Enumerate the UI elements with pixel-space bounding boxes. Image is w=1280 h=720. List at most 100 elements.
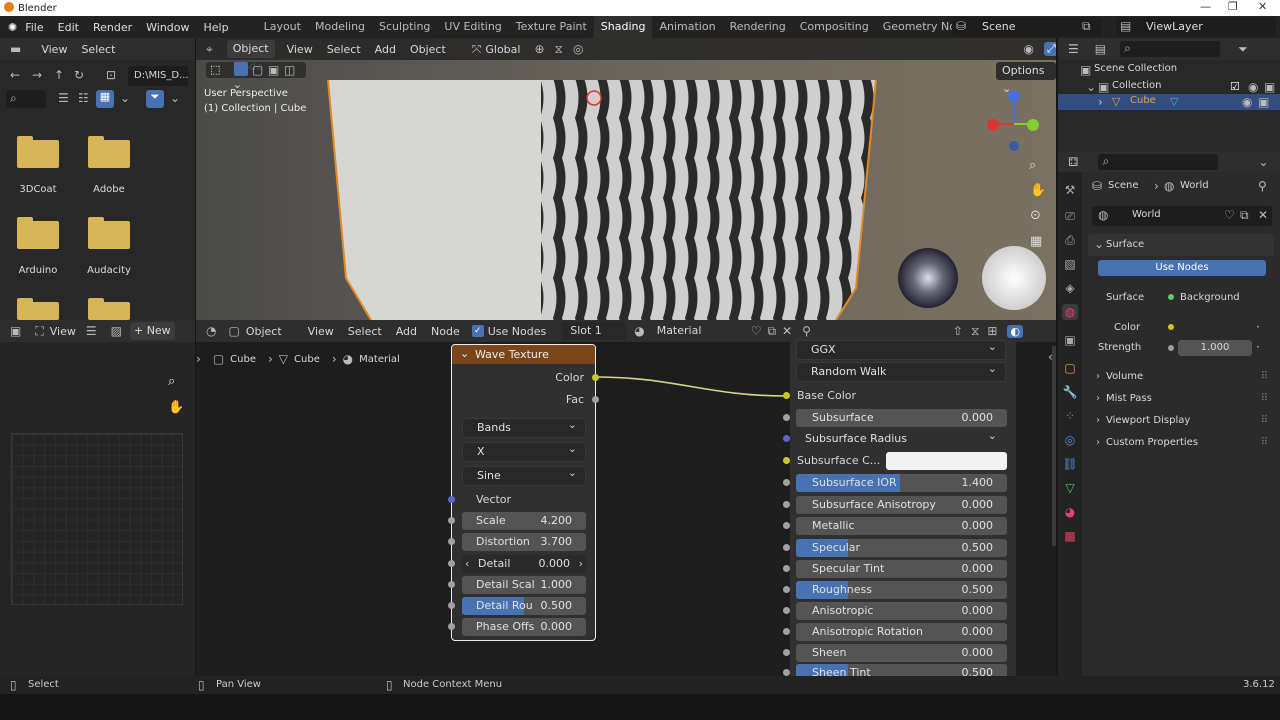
eye-icon[interactable]: ◉ [1248,80,1258,94]
shader-type-icon[interactable]: ▢ [228,324,239,338]
pin-icon[interactable]: ⚲ [1258,179,1267,193]
editor-type-icon[interactable]: ⚃ [1068,155,1078,169]
cube-left-face[interactable] [328,80,541,320]
folder-icon[interactable] [17,217,59,249]
add-menu[interactable]: Add [375,43,396,56]
render-camera-icon[interactable]: ▣ [1264,80,1275,94]
object-tab-icon[interactable]: ▢ [1062,360,1078,376]
sidebar-toggle-icon[interactable]: ‹ [1048,350,1053,364]
pan-hand-icon[interactable]: ✋ [168,400,184,415]
node-menu[interactable]: Node [431,325,460,338]
bsdf-input-socket[interactable] [783,628,790,635]
surface-shader-value[interactable]: Background [1180,292,1240,303]
bsdf-input-socket[interactable] [783,669,790,676]
world-datablock[interactable]: ◍ World ♡ ⧉ ✕ [1092,206,1272,226]
editor-type-icon[interactable]: ◔ [206,324,216,338]
render-camera-icon[interactable]: ▣ [1258,95,1269,109]
drag-handle-icon[interactable]: ⠿ [1261,388,1268,410]
duplicate-icon[interactable]: ⧉ [767,324,776,339]
eye-icon[interactable]: ◉ [1242,95,1252,109]
view-layer-selector[interactable]: ▤ ViewLayer [1116,17,1276,37]
shader-node-editor[interactable]: ◔ ▢ Object View Select Add Node ✓ Use No… [196,320,1056,682]
bsdf-field[interactable]: Anisotropic 0.000 [796,602,1007,620]
constraints-tab-icon[interactable]: ⛓ [1062,456,1078,472]
duplicate-icon[interactable]: ⧉ [1240,208,1249,223]
collection-item[interactable]: Collection [1112,80,1161,91]
scrollbar[interactable] [1052,346,1056,546]
uv-grid[interactable] [11,433,183,605]
wave-field[interactable]: Detail Rou 0.500 [462,597,586,615]
parent-dir-icon[interactable]: ↑ [54,68,64,82]
wave-texture-node[interactable]: ⌄ Wave Texture Color Fac Bands X Sine Ve… [448,344,599,641]
list-detail-icon[interactable]: ☷ [78,91,89,105]
scene-collection-item[interactable]: Scene Collection [1094,63,1177,74]
folder-icon[interactable] [88,136,130,168]
folder-label[interactable]: Audacity [74,265,144,276]
wave-input-socket[interactable] [448,602,455,609]
select-menu[interactable]: Select [348,325,382,338]
bsdf-input-socket[interactable] [783,479,790,486]
surface-panel-header[interactable]: ⌄ Surface [1088,234,1274,256]
menu-file[interactable]: File [25,21,43,34]
view-layer-tab-icon[interactable]: ▧ [1062,256,1078,272]
scene-tab-icon[interactable]: ◈ [1062,280,1078,296]
new-image-button[interactable]: + New [129,322,175,340]
pan-hand-icon[interactable]: ✋ [1030,183,1046,198]
menu-window[interactable]: Window [146,21,189,34]
filter-icon[interactable]: ⏷ [146,90,164,108]
new-folder-icon[interactable]: ⊡ [106,68,116,82]
pin-icon[interactable]: ⚲ [802,324,811,338]
drag-handle-icon[interactable]: ⠿ [1261,410,1268,432]
wave-input-socket[interactable] [448,623,455,630]
image-browse-icon[interactable]: ▨ [111,324,122,338]
fake-user-icon[interactable]: ♡ [1224,208,1235,222]
output-tab-icon[interactable]: ⎙ [1062,232,1078,248]
subsurface-color-swatch[interactable] [886,452,1007,470]
unlink-icon[interactable]: ✕ [1258,208,1268,222]
object-menu[interactable]: Object [410,43,446,56]
gizmo-toggle-icon[interactable]: ⤢ [1043,42,1056,56]
bsdf-field[interactable]: Specular 0.500 [796,539,1007,557]
base-color-input-socket[interactable] [783,392,790,399]
chevron-down-icon[interactable]: ⌄ [1258,155,1268,169]
folder-label[interactable]: Adobe [74,184,144,195]
wave-field[interactable]: Scale 4.200 [462,512,586,530]
view-menu[interactable]: View [50,325,76,338]
view-mode-icon[interactable]: ⛶ [35,324,43,339]
path-field[interactable]: D:\MIS_D... [128,66,189,86]
wave-input-socket[interactable] [448,538,455,545]
wave-texture-header[interactable]: ⌄ Wave Texture [452,345,595,364]
editor-type-icon[interactable]: ⌖ [206,42,213,57]
mode-selector[interactable]: Object Mode ⌄ [226,40,275,91]
cube-striped-face[interactable] [541,80,876,320]
folder-icon[interactable] [88,298,130,320]
select-menu[interactable]: Select [327,43,361,56]
direction-dropdown[interactable]: X [462,440,586,462]
wave-input-socket[interactable] [448,581,455,588]
tab-compositing[interactable]: Compositing [793,16,876,38]
collection-tab-icon[interactable]: ▣ [1062,332,1078,348]
vector-input-socket[interactable] [448,496,455,503]
camera-icon[interactable]: ⊙ [1030,208,1041,223]
checkbox-icon[interactable]: ☑ [1230,80,1240,93]
editor-type-icon[interactable]: ☰ [1068,42,1079,56]
overlays-icon[interactable]: ◐ [1007,324,1024,338]
strength-field[interactable]: 1.000 [1178,340,1252,356]
tab-texture-paint[interactable]: Texture Paint [509,16,594,38]
add-menu[interactable]: Add [396,325,417,338]
outliner-search-input[interactable]: ⌕ [1120,41,1221,57]
view-menu[interactable]: View [308,325,334,338]
transform-orientation[interactable]: Global [485,43,520,56]
render-tab-icon[interactable]: ⎚ [1062,208,1078,224]
select-menu[interactable]: Select [81,43,115,56]
tab-layout[interactable]: Layout [257,16,308,38]
forward-icon[interactable]: → [32,68,42,82]
wave-type-dropdown[interactable]: Bands [462,416,586,438]
tab-sculpting[interactable]: Sculpting [372,16,437,38]
bsdf-input-socket[interactable] [783,501,790,508]
expand-icon[interactable]: ⌄ [1086,80,1096,94]
menu-render[interactable]: Render [93,21,132,34]
blender-menu-icon[interactable]: ✺ [8,21,17,34]
tab-shading[interactable]: Shading [593,16,653,38]
material-name[interactable]: Material [657,322,747,340]
